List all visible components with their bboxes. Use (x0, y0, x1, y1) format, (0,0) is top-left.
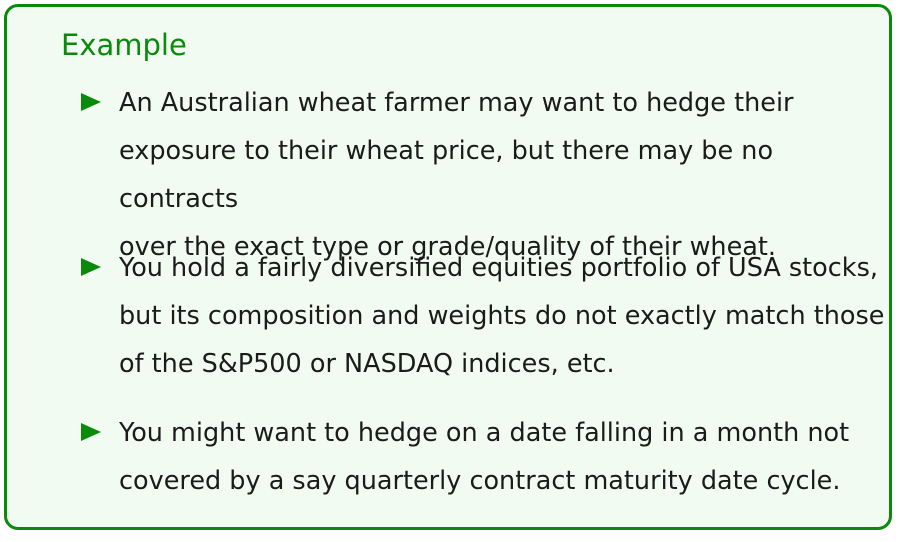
triangle-right-icon (81, 93, 101, 111)
block-title: Example (61, 28, 187, 62)
triangle-right-icon (81, 258, 101, 276)
triangle-right-icon (81, 423, 101, 441)
list-item-text: You might want to hedge on a date fallin… (119, 418, 850, 496)
list-item-text: An Australian wheat farmer may want to h… (119, 88, 794, 262)
example-block: Example An Australian wheat farmer may w… (4, 4, 892, 530)
list-item-text: You hold a fairly diversified equities p… (119, 253, 885, 379)
